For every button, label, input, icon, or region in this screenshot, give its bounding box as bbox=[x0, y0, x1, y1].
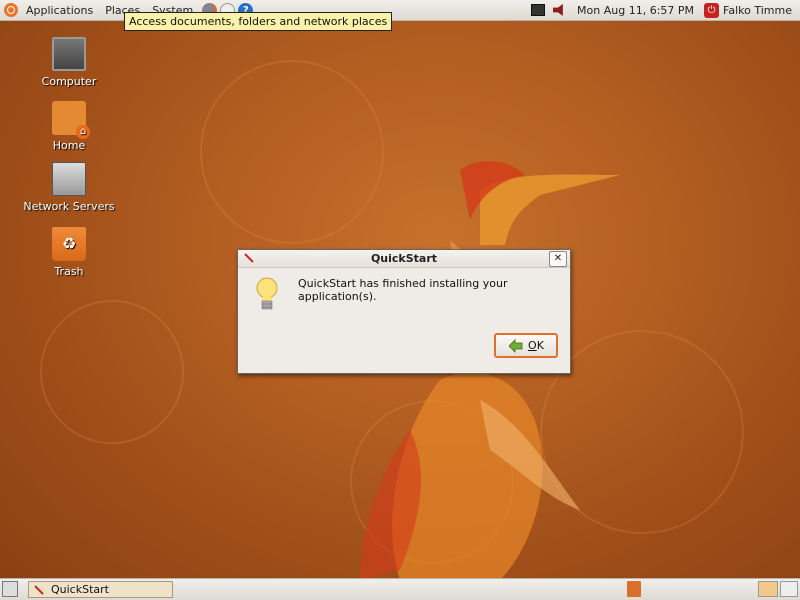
dialog-message: QuickStart has finished installing your … bbox=[298, 277, 508, 303]
workspace-1[interactable] bbox=[758, 581, 778, 597]
network-icon[interactable] bbox=[531, 4, 546, 16]
ok-button[interactable]: OK bbox=[494, 333, 558, 358]
quickstart-dialog: QuickStart ✕ QuickStart has finished ins… bbox=[237, 249, 571, 374]
user-switch-icon[interactable]: ⏻ bbox=[704, 2, 720, 18]
trash-icon: ♻ bbox=[52, 227, 86, 261]
desktop-icon-network-servers[interactable]: Network Servers bbox=[19, 162, 119, 213]
bottom-panel: QuickStart bbox=[0, 578, 800, 600]
desktop-icon-computer[interactable]: Computer bbox=[19, 37, 119, 88]
top-panel: Applications Places System ? Mon Aug 11,… bbox=[0, 0, 800, 21]
wallpaper-swirl bbox=[40, 300, 184, 444]
desktop-icon-label: Network Servers bbox=[23, 200, 115, 213]
ok-button-label: OK bbox=[528, 339, 544, 352]
trash-applet-icon[interactable] bbox=[627, 581, 641, 597]
close-button[interactable]: ✕ bbox=[549, 251, 567, 267]
volume-muted-icon[interactable] bbox=[553, 4, 563, 16]
lightbulb-icon bbox=[256, 277, 278, 310]
network-servers-icon bbox=[52, 162, 86, 196]
desktop-icon-home[interactable]: Home bbox=[19, 101, 119, 152]
user-name[interactable]: Falko Timme bbox=[723, 4, 800, 17]
workspace-2[interactable] bbox=[780, 581, 798, 597]
quickstart-app-icon bbox=[34, 584, 44, 595]
desktop-icon-label: Computer bbox=[41, 75, 97, 88]
clock[interactable]: Mon Aug 11, 6:57 PM bbox=[571, 4, 700, 17]
desktop-icon-trash[interactable]: ♻ Trash bbox=[19, 227, 119, 278]
apply-arrow-icon bbox=[508, 338, 523, 353]
menu-applications[interactable]: Applications bbox=[20, 4, 99, 17]
home-folder-icon bbox=[52, 101, 90, 139]
quickstart-app-icon bbox=[244, 253, 254, 263]
taskbar-item-label: QuickStart bbox=[51, 583, 109, 596]
computer-icon bbox=[52, 37, 86, 71]
show-desktop-icon[interactable] bbox=[2, 581, 18, 597]
system-tray: Mon Aug 11, 6:57 PM ⏻ Falko Timme bbox=[527, 0, 800, 20]
dialog-title: QuickStart bbox=[370, 252, 438, 265]
places-tooltip: Access documents, folders and network pl… bbox=[124, 12, 393, 31]
desktop-icon-label: Home bbox=[52, 139, 86, 152]
ok-label-rest: K bbox=[536, 339, 544, 352]
ubuntu-logo-icon[interactable] bbox=[4, 3, 18, 17]
taskbar-item-quickstart[interactable]: QuickStart bbox=[28, 581, 173, 598]
dialog-titlebar[interactable]: QuickStart ✕ bbox=[238, 250, 570, 268]
ok-label-underlined: O bbox=[528, 339, 537, 352]
desktop-icon-label: Trash bbox=[54, 265, 84, 278]
